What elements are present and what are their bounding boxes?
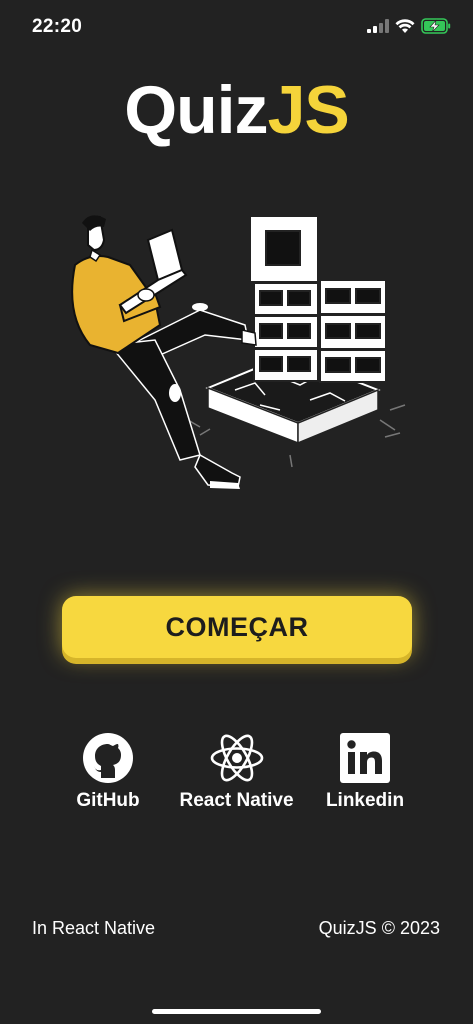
status-icons [367, 18, 451, 34]
app-screen: 22:20 QuizJS COMEÇAR GitHub React Native… [0, 0, 473, 1024]
app-title: QuizJS [0, 72, 473, 148]
github-icon [83, 733, 133, 783]
linkedin-icon [340, 733, 390, 783]
title-main: Quiz [124, 72, 268, 148]
react-native-label: React Native [179, 790, 294, 811]
battery-charging-icon [421, 18, 451, 34]
linkedin-link[interactable]: Linkedin [316, 732, 414, 812]
footer-copyright: QuizJS © 2023 [318, 918, 440, 938]
links-row: GitHub React Native Linkedin [0, 732, 473, 822]
stacked-blocks [249, 215, 387, 383]
cellular-signal-icon [367, 19, 389, 33]
person-with-laptop-illustration [71, 215, 406, 489]
react-native-link[interactable]: React Native [164, 732, 309, 812]
status-time: 22:20 [32, 16, 83, 37]
react-icon [210, 734, 263, 782]
person-figure [71, 215, 257, 489]
wifi-icon [395, 18, 415, 33]
title-accent: JS [267, 72, 350, 148]
github-label: GitHub [76, 790, 140, 811]
linkedin-label: Linkedin [325, 790, 405, 811]
footer-left-text: In React Native [32, 918, 156, 938]
start-button[interactable]: COMEÇAR [62, 596, 412, 658]
github-link[interactable]: GitHub [60, 732, 156, 812]
home-indicator[interactable] [152, 1009, 321, 1014]
